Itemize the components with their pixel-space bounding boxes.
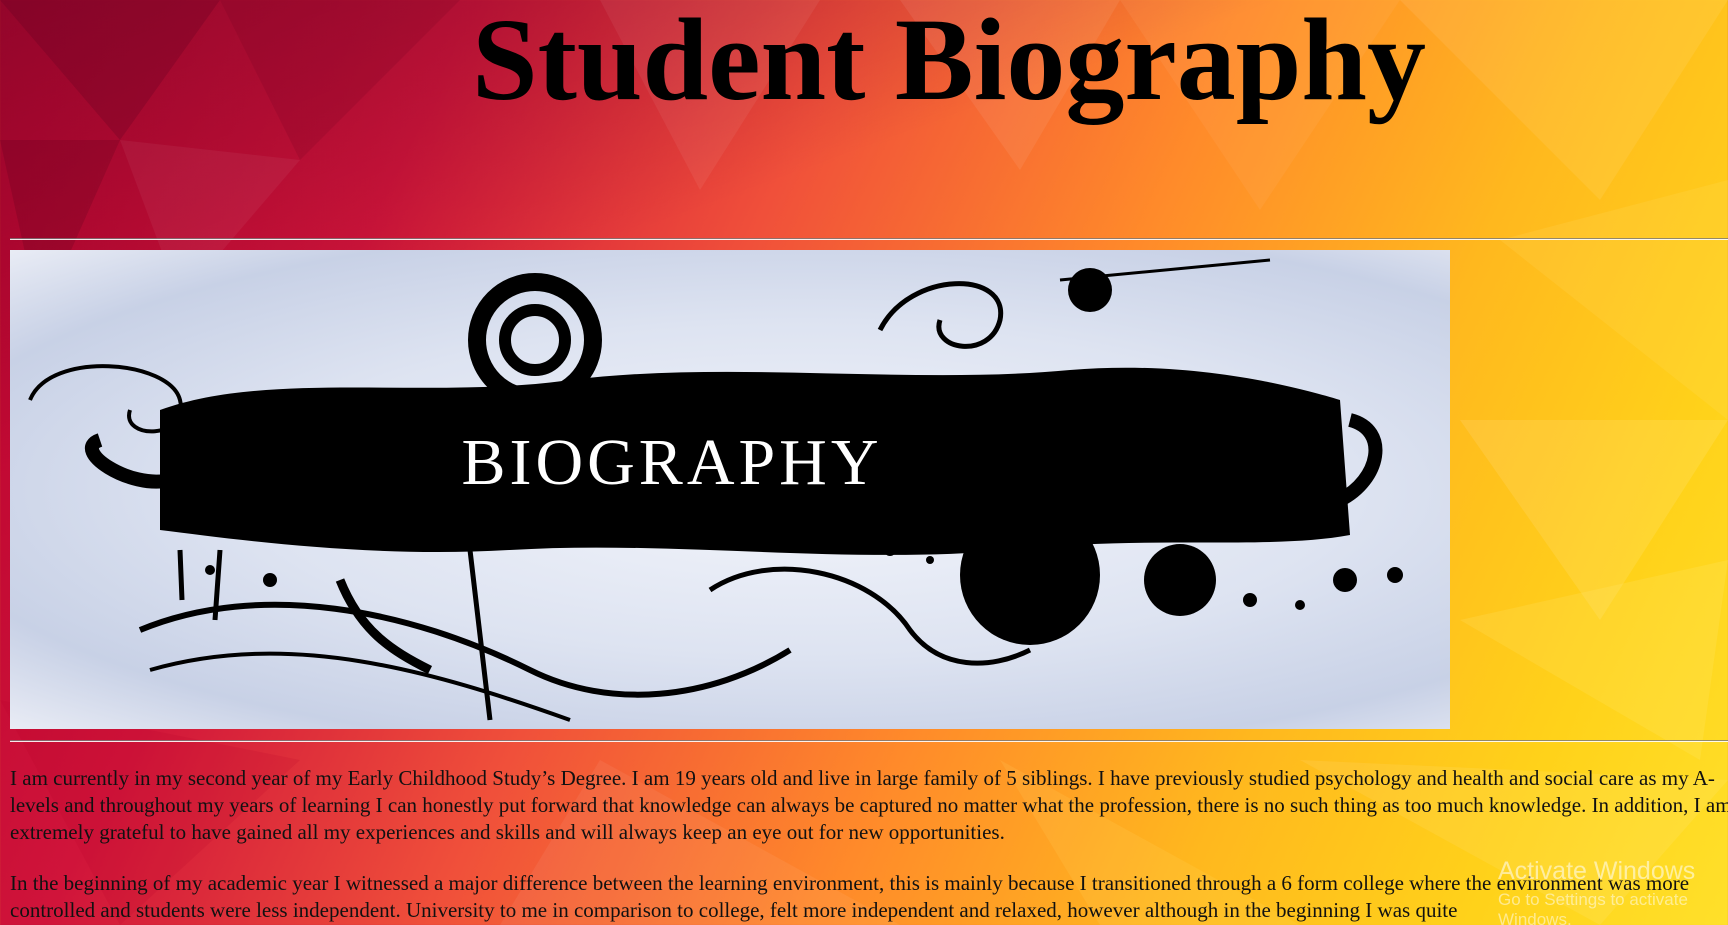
banner-title: BIOGRAPHY <box>461 426 883 499</box>
activate-windows-subtext: Go to Settings to activate Windows. <box>1498 890 1688 925</box>
divider <box>10 238 1728 240</box>
divider <box>10 740 1728 742</box>
biography-banner-image: BIOGRAPHY <box>10 250 1450 729</box>
activate-windows-watermark: Activate Windows <box>1498 857 1696 885</box>
bio-paragraph: I am currently in my second year of my E… <box>10 766 1728 844</box>
bio-paragraph: In the beginning of my academic year I w… <box>10 871 1690 922</box>
page-title: Student Biography <box>471 0 1427 125</box>
